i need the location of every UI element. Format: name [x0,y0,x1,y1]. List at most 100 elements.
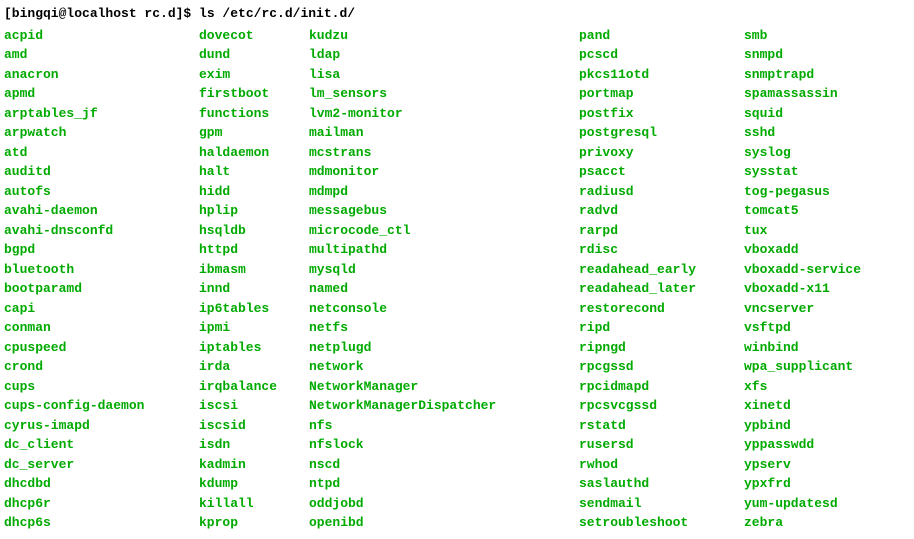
file-item: dhcp6s [4,513,199,533]
file-item: mysqld [309,260,579,280]
file-item: nscd [309,455,579,475]
file-item: atd [4,143,199,163]
file-item: rpcsvcgssd [579,396,744,416]
file-item: readahead_early [579,260,744,280]
column-4: pandpcscdpkcs11otdportmappostfixpostgres… [579,26,744,533]
file-item: spamassassin [744,84,861,104]
file-item: acpid [4,26,199,46]
file-item: rusersd [579,435,744,455]
file-item: openibd [309,513,579,533]
file-item: rwhod [579,455,744,475]
file-item: radiusd [579,182,744,202]
file-item: radvd [579,201,744,221]
file-item: mcstrans [309,143,579,163]
file-item: haldaemon [199,143,309,163]
file-item: readahead_later [579,279,744,299]
file-item: crond [4,357,199,377]
file-item: cyrus-imapd [4,416,199,436]
file-item: exim [199,65,309,85]
file-item: vsftpd [744,318,861,338]
file-item: xinetd [744,396,861,416]
file-item: kprop [199,513,309,533]
file-item: bluetooth [4,260,199,280]
file-item: mdmpd [309,182,579,202]
file-item: halt [199,162,309,182]
file-item: lisa [309,65,579,85]
file-item: vboxadd-x11 [744,279,861,299]
file-item: avahi-dnsconfd [4,221,199,241]
file-item: nfs [309,416,579,436]
file-item: netplugd [309,338,579,358]
file-item: vboxadd [744,240,861,260]
file-item: hsqldb [199,221,309,241]
prompt-text: [bingqi@localhost rc.d]$ ls /etc/rc.d/in… [4,6,355,21]
file-item: winbind [744,338,861,358]
file-item: anacron [4,65,199,85]
file-item: tog-pegasus [744,182,861,202]
file-item: sendmail [579,494,744,514]
file-item: innd [199,279,309,299]
file-item: ntpd [309,474,579,494]
column-1: acpidamdanacronapmdarptables_jfarpwatcha… [4,26,199,533]
file-item: kadmin [199,455,309,475]
file-item: cups [4,377,199,397]
prompt-line: [bingqi@localhost rc.d]$ ls /etc/rc.d/in… [4,4,910,24]
file-item: pand [579,26,744,46]
file-item: functions [199,104,309,124]
file-item: NetworkManagerDispatcher [309,396,579,416]
file-item: iscsi [199,396,309,416]
file-item: ip6tables [199,299,309,319]
column-2: dovecotdundeximfirstbootfunctionsgpmhald… [199,26,309,533]
file-item: nfslock [309,435,579,455]
file-item: network [309,357,579,377]
file-item: rarpd [579,221,744,241]
file-item: hplip [199,201,309,221]
file-item: amd [4,45,199,65]
file-item: dovecot [199,26,309,46]
file-item: autofs [4,182,199,202]
file-item: smb [744,26,861,46]
file-item: netconsole [309,299,579,319]
file-item: gpm [199,123,309,143]
file-item: ypserv [744,455,861,475]
file-item: squid [744,104,861,124]
file-item: ripd [579,318,744,338]
file-item: arptables_jf [4,104,199,124]
file-item: multipathd [309,240,579,260]
file-item: dc_server [4,455,199,475]
column-5: smbsnmpdsnmptrapdspamassassinsquidsshdsy… [744,26,861,533]
file-item: vncserver [744,299,861,319]
file-item: kdump [199,474,309,494]
file-item: ibmasm [199,260,309,280]
file-item: saslauthd [579,474,744,494]
file-item: rpcidmapd [579,377,744,397]
file-item: yppasswdd [744,435,861,455]
file-item: cpuspeed [4,338,199,358]
file-item: rstatd [579,416,744,436]
file-item: xfs [744,377,861,397]
file-item: bootparamd [4,279,199,299]
file-item: pkcs11otd [579,65,744,85]
file-item: microcode_ctl [309,221,579,241]
file-item: postfix [579,104,744,124]
file-item: mailman [309,123,579,143]
file-item: conman [4,318,199,338]
file-item: snmpd [744,45,861,65]
file-item: apmd [4,84,199,104]
file-item: killall [199,494,309,514]
file-item: tux [744,221,861,241]
file-item: lm_sensors [309,84,579,104]
file-item: rpcgssd [579,357,744,377]
file-item: portmap [579,84,744,104]
file-item: wpa_supplicant [744,357,861,377]
file-item: oddjobd [309,494,579,514]
file-item: zebra [744,513,861,533]
file-item: netfs [309,318,579,338]
file-item: postgresql [579,123,744,143]
file-item: firstboot [199,84,309,104]
file-item: psacct [579,162,744,182]
file-item: syslog [744,143,861,163]
file-item: ypbind [744,416,861,436]
file-item: irda [199,357,309,377]
file-item: hidd [199,182,309,202]
